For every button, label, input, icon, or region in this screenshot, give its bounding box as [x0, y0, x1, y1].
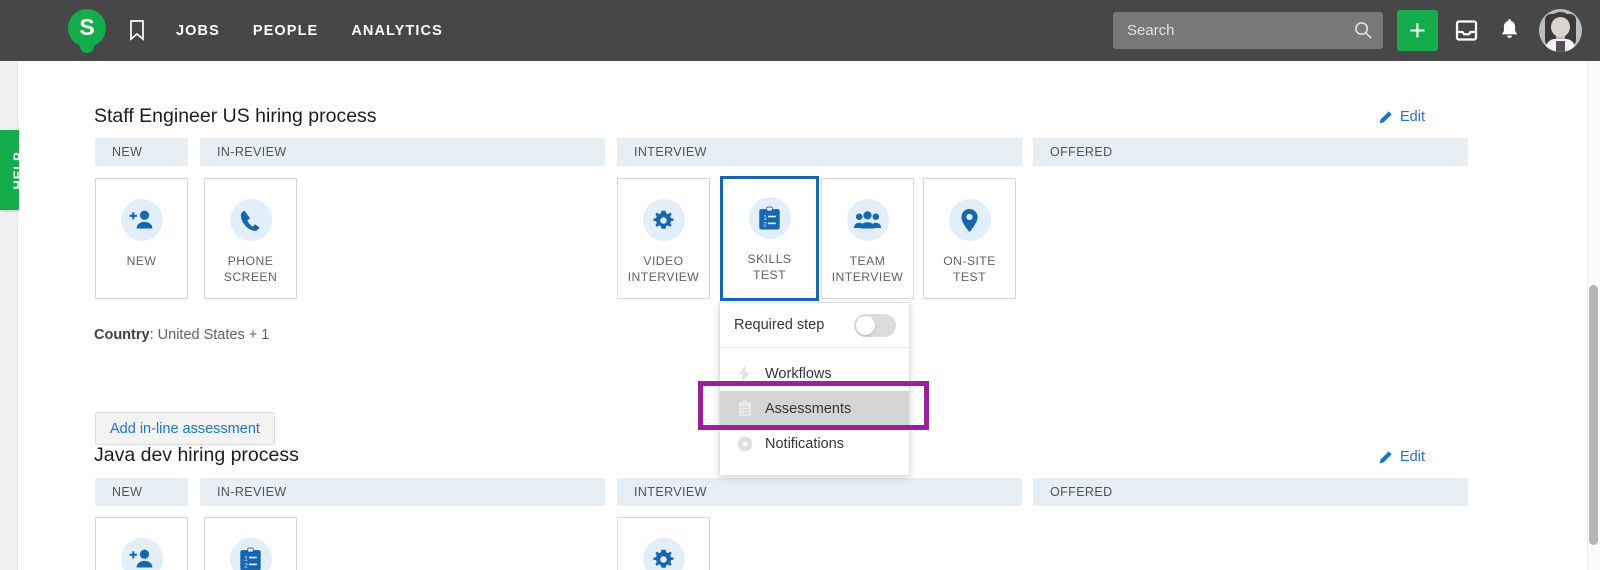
app-logo[interactable]: S	[68, 9, 106, 53]
menu-item-label-workflows: Workflows	[765, 366, 832, 382]
edit-label-1: Edit	[1400, 109, 1425, 125]
stage-bar-offered-1: OFFERED	[1033, 138, 1468, 166]
stage-card-label-on-site-test: ON-SITETEST	[943, 253, 996, 285]
logo-letter: S	[68, 9, 106, 47]
phone-glyph	[239, 209, 262, 232]
clipboard-glyph	[738, 400, 752, 417]
bookmark-glyph	[129, 20, 145, 41]
avatar-collar	[1556, 41, 1565, 52]
nav-link-jobs[interactable]: JOBS	[176, 23, 220, 39]
map-pin-glyph	[960, 208, 979, 233]
gear-glyph-2	[652, 548, 675, 570]
bell-icon[interactable]	[1496, 17, 1523, 44]
add-inline-assessment-button[interactable]: Add in-line assessment	[95, 412, 275, 445]
nav-link-analytics[interactable]: ANALYTICS	[351, 23, 443, 39]
top-navigation-bar: S JOBS PEOPLE ANALYTICS	[0, 0, 1600, 61]
nav-left-group: S JOBS PEOPLE ANALYTICS	[0, 0, 443, 61]
lightning-glyph	[738, 365, 751, 382]
add-person-icon-2	[121, 538, 163, 570]
edit-process-link-1[interactable]: Edit	[1378, 109, 1425, 125]
country-meta-key: Country	[94, 327, 150, 343]
people-group-icon	[847, 199, 889, 241]
gear-glyph	[652, 209, 675, 232]
stage-bar-in-review-2: IN-REVIEW	[200, 478, 605, 506]
required-step-toggle[interactable]	[854, 314, 896, 337]
plus-icon: +	[1409, 18, 1426, 44]
scrollbar-thumb[interactable]	[1589, 285, 1598, 545]
country-meta: Country: United States + 1	[94, 327, 269, 343]
stage-card-new-2[interactable]	[95, 517, 188, 570]
stage-card-label-skills-test: SKILLSTEST	[747, 251, 791, 283]
bell-circle-icon	[736, 435, 753, 452]
avatar-face	[1551, 17, 1570, 37]
stage-bar-interview-2: INTERVIEW	[617, 478, 1022, 506]
stage-card-video-interview-2[interactable]	[617, 517, 710, 570]
inbox-glyph	[1455, 19, 1478, 42]
clipboard-list-icon-2: 1 2	[230, 538, 272, 570]
add-person-glyph	[129, 209, 154, 231]
search-input[interactable]	[1113, 12, 1383, 49]
menu-item-assessments[interactable]: Assessments	[720, 391, 909, 426]
primary-nav-links: JOBS PEOPLE ANALYTICS	[176, 23, 443, 39]
required-step-row[interactable]: Required step	[720, 303, 909, 348]
add-button[interactable]: +	[1397, 10, 1438, 51]
nav-link-people[interactable]: PEOPLE	[253, 23, 318, 39]
required-step-label: Required step	[734, 317, 824, 333]
stage-card-on-site-test[interactable]: ON-SITETEST	[923, 178, 1016, 299]
clipboard-list-glyph-2: 1 2	[239, 547, 262, 570]
bookmark-icon[interactable]	[124, 17, 150, 45]
dropdown-menu-list: Workflows Assessments	[720, 348, 909, 475]
bell-glyph	[1499, 19, 1520, 42]
menu-item-label-assessments: Assessments	[765, 401, 851, 417]
avatar[interactable]	[1539, 9, 1582, 52]
svg-text:2: 2	[244, 562, 248, 569]
country-meta-value: United States + 1	[158, 327, 270, 343]
bell-circle-glyph	[737, 436, 753, 452]
stage-card-label-new: NEW	[127, 253, 157, 269]
page-title: Staff Engineer US hiring process	[94, 105, 377, 128]
edit-process-link-2[interactable]: Edit	[1378, 449, 1425, 465]
stage-bar-new-1: NEW	[95, 138, 188, 166]
clipboard-list-glyph: 1 2	[758, 206, 781, 231]
svg-text:2: 2	[763, 221, 767, 228]
nav-right-group: +	[1113, 0, 1582, 61]
add-person-icon	[121, 199, 163, 241]
stage-card-label-phone-screen: PHONESCREEN	[224, 253, 278, 285]
gear-icon	[643, 199, 685, 241]
clipboard-icon	[736, 400, 753, 417]
people-group-glyph	[854, 210, 881, 230]
search-box[interactable]	[1113, 12, 1383, 49]
gear-icon-2	[643, 538, 685, 570]
stage-card-label-video-interview: VIDEOINTERVIEW	[628, 253, 700, 285]
stage-card-skills-test[interactable]: 1 2 SKILLSTEST	[720, 176, 819, 301]
add-person-glyph-2	[129, 548, 154, 570]
stage-settings-dropdown: Required step Workflows	[719, 302, 910, 476]
page-root: S JOBS PEOPLE ANALYTICS	[0, 0, 1600, 570]
stage-bar-new-2: NEW	[95, 478, 188, 506]
stage-card-team-interview[interactable]: TEAMINTERVIEW	[821, 178, 914, 299]
stage-card-video-interview[interactable]: VIDEOINTERVIEW	[617, 178, 710, 299]
menu-item-workflows[interactable]: Workflows	[720, 356, 909, 391]
stage-bar-in-review-1: IN-REVIEW	[200, 138, 605, 166]
inbox-icon[interactable]	[1453, 17, 1480, 44]
pencil-icon-2	[1378, 450, 1393, 465]
menu-item-label-notifications: Notifications	[765, 436, 844, 452]
clipboard-list-icon: 1 2	[749, 197, 791, 239]
edit-label-2: Edit	[1400, 449, 1425, 465]
lightning-icon	[736, 365, 753, 382]
stage-card-new[interactable]: NEW	[95, 178, 188, 299]
process-2-cards-clip: 1 2	[19, 517, 1581, 570]
map-pin-icon	[949, 199, 991, 241]
menu-item-notifications[interactable]: Notifications	[720, 426, 909, 461]
country-meta-sep: :	[150, 327, 158, 343]
stage-card-label-team-interview: TEAMINTERVIEW	[832, 253, 904, 285]
stage-card-skills-test-2[interactable]: 1 2	[204, 517, 297, 570]
stage-bar-offered-2: OFFERED	[1033, 478, 1468, 506]
page-title-2: Java dev hiring process	[94, 444, 299, 467]
toggle-knob	[856, 316, 875, 335]
stage-card-phone-screen[interactable]: PHONESCREEN	[204, 178, 297, 299]
phone-icon	[230, 199, 272, 241]
stage-bar-interview-1: INTERVIEW	[617, 138, 1022, 166]
pencil-icon	[1378, 110, 1393, 125]
